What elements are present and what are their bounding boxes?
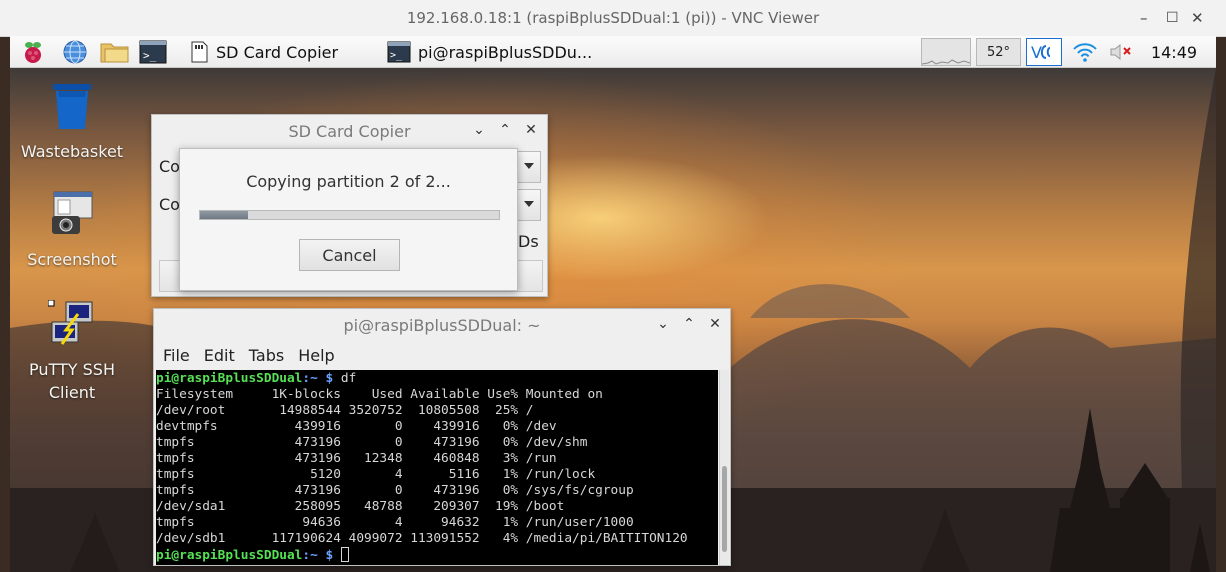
- minimize-button[interactable]: ⌄: [470, 122, 488, 138]
- menu-help[interactable]: Help: [298, 346, 334, 365]
- svg-text:>_: >_: [143, 49, 157, 62]
- copy-to-label: Co: [159, 195, 180, 214]
- terminal-output-line: tmpfs 473196 0 473196 0% /dev/shm: [156, 435, 588, 450]
- screenshot-icon: [52, 191, 93, 234]
- terminal-window: pi@raspiBplusSDDual: ~ ⌄ ⌃ ✕ File Edit T…: [153, 308, 731, 566]
- close-button[interactable]: ✕: [706, 316, 724, 332]
- cpu-temp-monitor: 52°: [976, 38, 1021, 66]
- progress-message: Copying partition 2 of 2...: [246, 172, 451, 191]
- putty-icon: [47, 299, 93, 345]
- terminal-output-line: tmpfs 94636 4 94632 1% /run/user/1000: [156, 515, 634, 530]
- terminal-output-line: /dev/root 14988544 3520752 10805508 25% …: [156, 403, 534, 418]
- desktop-icon-label: PuTTY SSH: [29, 360, 115, 379]
- terminal-output-line: devtmpfs 439916 0 439916 0% /dev: [156, 419, 557, 434]
- desktop-icon-wastebasket[interactable]: Wastebasket: [10, 82, 134, 163]
- svg-text:>_: >_: [390, 50, 403, 61]
- prompt-path: :~ $: [302, 548, 334, 563]
- prompt-path: :~ $: [302, 371, 334, 386]
- progress-bar: [199, 210, 500, 220]
- menu-edit[interactable]: Edit: [204, 346, 235, 365]
- taskbar: >_ SD Card Copier >_ pi@raspiBplusSDDu..…: [10, 36, 1216, 68]
- minimize-button[interactable]: ⌄: [654, 316, 672, 332]
- copy-to-dropdown[interactable]: [516, 189, 541, 221]
- terminal-output-line: tmpfs 5120 4 5116 1% /run/lock: [156, 467, 596, 482]
- wifi-icon[interactable]: [1070, 38, 1100, 66]
- window-title: pi@raspiBplusSDDual: ~: [343, 316, 541, 335]
- cpu-usage-monitor: [921, 38, 971, 66]
- terminal-scrollbar[interactable]: [719, 370, 729, 565]
- maximize-button[interactable]: ⌃: [496, 122, 514, 138]
- terminal-output-line: tmpfs 473196 12348 460848 3% /run: [156, 451, 557, 466]
- taskbar-item-sd-card-copier[interactable]: SD Card Copier: [188, 38, 378, 66]
- raspberry-menu-icon[interactable]: [18, 38, 48, 66]
- vnc-window-title: 192.168.0.18:1 (raspiBplusSDDual:1 (pi))…: [406, 9, 820, 27]
- volume-muted-icon[interactable]: [1106, 38, 1136, 66]
- desktop-icon-label: Wastebasket: [20, 142, 124, 161]
- menu-file[interactable]: File: [163, 346, 190, 365]
- vnc-minimize-button[interactable]: –: [1140, 9, 1148, 27]
- terminal-output[interactable]: pi@raspiBplusSDDual:~ $ df Filesystem 1K-…: [156, 370, 718, 565]
- close-button[interactable]: ✕: [522, 122, 540, 138]
- chevron-down-icon: [524, 201, 534, 207]
- vnc-server-icon[interactable]: V: [1026, 38, 1062, 66]
- terminal-output-line: /dev/sda1 258095 48788 209307 19% /boot: [156, 499, 565, 514]
- window-titlebar[interactable]: SD Card Copier ⌄ ⌃ ✕: [152, 115, 547, 147]
- vnc-close-button[interactable]: ✕: [1191, 9, 1204, 27]
- clock[interactable]: 14:49: [1144, 38, 1204, 66]
- prompt-user: pi@raspiBplusSDDual: [156, 548, 303, 563]
- terminal-command: df: [333, 371, 357, 386]
- chevron-down-icon: [524, 163, 534, 169]
- desktop-icon-label: Screenshot: [27, 250, 117, 269]
- terminal-line: pi@raspiBplusSDDual:~ $ df: [156, 371, 718, 387]
- maximize-button[interactable]: ⌃: [680, 316, 698, 332]
- terminal-icon: >_: [387, 41, 411, 63]
- vnc-maximize-button[interactable]: ☐: [1166, 9, 1179, 27]
- terminal-output-line: Filesystem 1K-blocks Used Available Use%…: [156, 387, 603, 402]
- new-uuids-label: Ds: [518, 232, 539, 251]
- terminal-output-line: /dev/sdb1 117190624 4099072 113091552 4%…: [156, 531, 688, 546]
- desktop-icon-putty[interactable]: PuTTY SSH Client: [10, 299, 134, 404]
- df-output: Filesystem 1K-blocks Used Available Use%…: [156, 387, 718, 547]
- copy-progress-dialog: Copying partition 2 of 2... Cancel: [179, 148, 518, 291]
- vnc-title-bar: 192.168.0.18:1 (raspiBplusSDDual:1 (pi))…: [0, 0, 1226, 37]
- svg-text:V: V: [1031, 43, 1042, 62]
- progress-bar-fill: [200, 211, 248, 219]
- desktop-icon-screenshot[interactable]: Screenshot: [10, 190, 134, 271]
- file-manager-icon[interactable]: [100, 38, 130, 66]
- web-browser-icon[interactable]: [60, 38, 90, 66]
- window-titlebar[interactable]: pi@raspiBplusSDDual: ~ ⌄ ⌃ ✕: [154, 309, 730, 341]
- taskbar-item-label: SD Card Copier: [216, 42, 339, 62]
- terminal-line: pi@raspiBplusSDDual:~ $: [156, 547, 718, 564]
- sd-card-copier-icon: [191, 41, 208, 63]
- scrollbar-thumb[interactable]: [722, 466, 727, 552]
- wastebasket-icon: [53, 84, 91, 129]
- copy-from-label: Co: [159, 157, 180, 176]
- terminal-icon[interactable]: >_: [138, 38, 168, 66]
- terminal-menubar: File Edit Tabs Help: [154, 341, 730, 369]
- terminal-cursor: [340, 547, 349, 562]
- copy-from-dropdown[interactable]: [516, 151, 541, 183]
- desktop-icon-label: Client: [48, 383, 96, 402]
- terminal-output-line: tmpfs 473196 0 473196 0% /sys/fs/cgroup: [156, 483, 634, 498]
- cancel-button[interactable]: Cancel: [299, 239, 400, 271]
- menu-tabs[interactable]: Tabs: [249, 346, 284, 365]
- taskbar-item-terminal[interactable]: >_ pi@raspiBplusSDDu...: [386, 38, 596, 66]
- prompt-user: pi@raspiBplusSDDual: [156, 371, 303, 386]
- taskbar-item-label: pi@raspiBplusSDDu...: [418, 42, 593, 62]
